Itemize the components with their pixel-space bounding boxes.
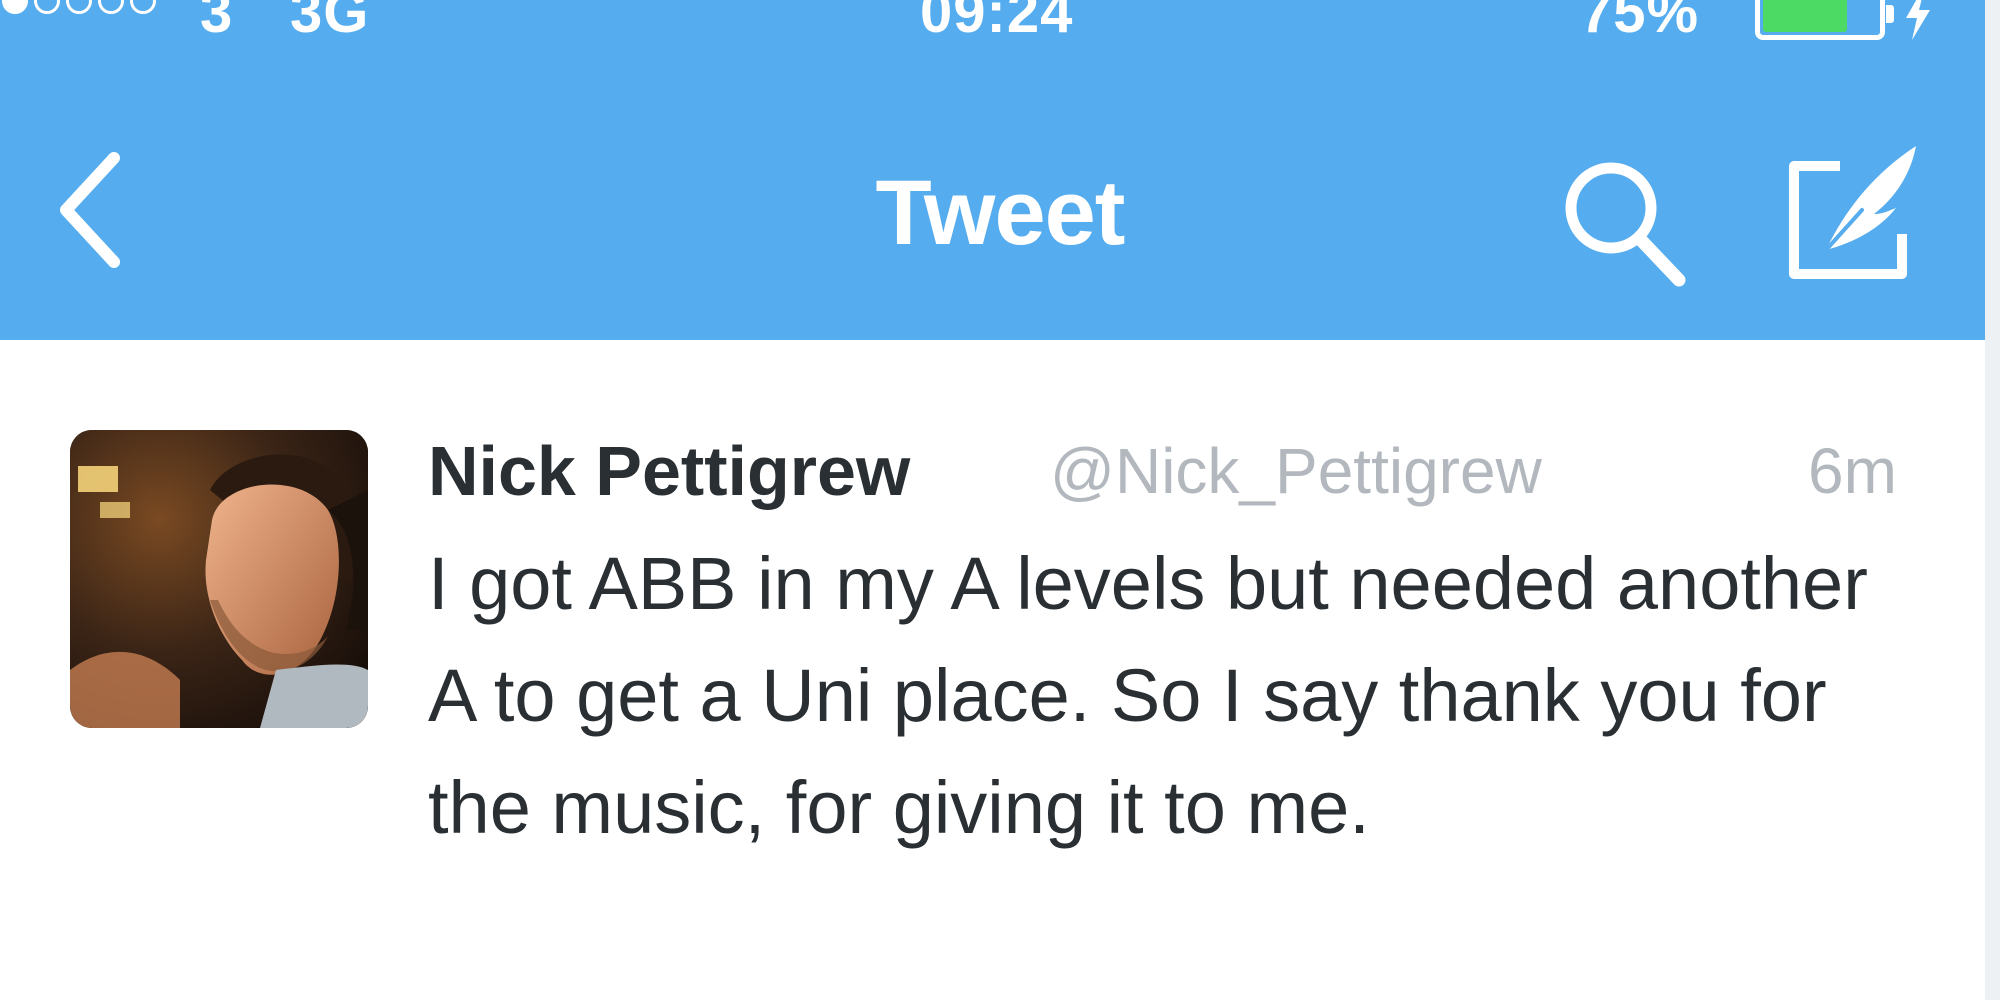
status-bar: 3 3G 09:24 75% <box>0 0 2000 58</box>
charging-bolt-icon <box>1906 0 1930 40</box>
status-time: 09:24 <box>920 0 1074 45</box>
battery-tip <box>1886 5 1894 23</box>
edge-strip <box>1985 0 2000 1000</box>
header-area: 3 3G 09:24 75% Tweet <box>0 0 2000 340</box>
compose-icon <box>1789 146 1916 279</box>
tweet-detail-screen: 3 3G 09:24 75% Tweet Nick Pettigrew @Nic… <box>0 0 2000 1000</box>
signal-dot <box>66 0 92 14</box>
search-button[interactable] <box>1555 154 1695 294</box>
tweet-content: Nick Pettigrew @Nick_Pettigrew 6m I got … <box>0 340 1985 1000</box>
user-handle[interactable]: @Nick_Pettigrew <box>1050 428 1542 514</box>
battery-icon <box>1755 0 1894 40</box>
user-name[interactable]: Nick Pettigrew <box>428 428 910 514</box>
signal-strength-icon <box>2 0 156 14</box>
signal-dot <box>98 0 124 14</box>
network-type: 3G <box>290 0 370 45</box>
battery-percent: 75% <box>1580 0 1700 45</box>
compose-button[interactable] <box>1780 138 1930 288</box>
page-title: Tweet <box>875 162 1126 264</box>
avatar-photo <box>70 430 368 728</box>
search-icon <box>1565 162 1686 287</box>
signal-dot <box>2 0 28 14</box>
nav-bar: Tweet <box>0 110 2000 310</box>
carrier-name: 3 <box>200 0 234 45</box>
battery-fill <box>1763 0 1847 32</box>
signal-dot <box>34 0 60 14</box>
signal-dot <box>130 0 156 14</box>
tweet-timestamp: 6m <box>1808 435 1897 507</box>
tweet-text: I got ABB in my A levels but needed anot… <box>428 542 1868 849</box>
avatar[interactable] <box>70 430 368 728</box>
tweet-header: Nick Pettigrew @Nick_Pettigrew 6m <box>428 428 1928 518</box>
